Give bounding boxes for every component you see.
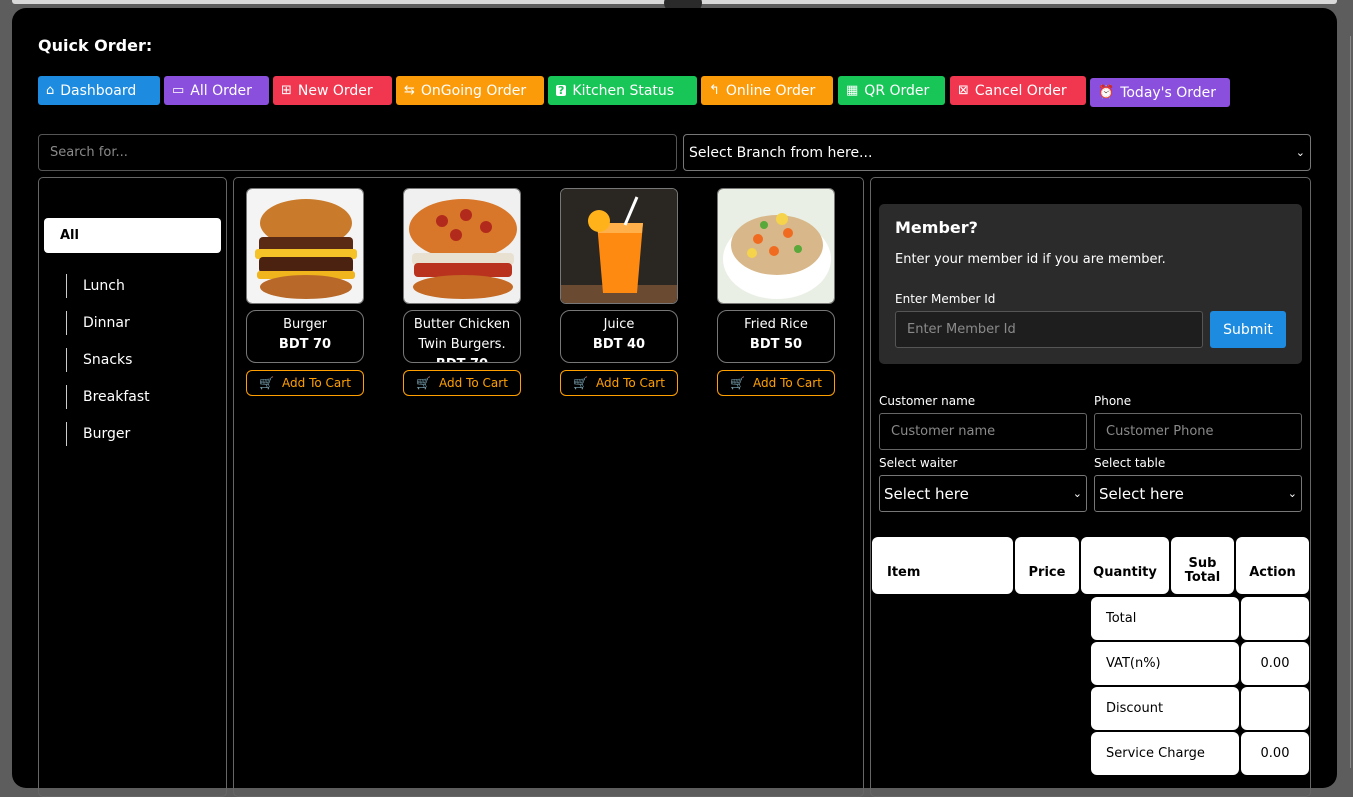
table-select[interactable]: Select here ⌄ — [1094, 475, 1302, 512]
main-card: Quick Order: ⌂ Dashboard ▭ All Order ⊞ New … — [12, 8, 1337, 797]
summary-service-charge-value: 0.00 — [1241, 732, 1309, 775]
product-price: BDT 70 — [404, 355, 520, 362]
product-price: BDT 40 — [592, 337, 646, 352]
add-to-cart-button[interactable]: 🛒 Add To Cart — [560, 370, 678, 396]
nav-dashboard-button[interactable]: ⌂ Dashboard — [38, 76, 160, 105]
summary-total-label: Total — [1091, 597, 1239, 640]
cart-icon: 🛒 — [730, 376, 746, 390]
add-to-cart-button[interactable]: 🛒 Add To Cart — [717, 370, 835, 396]
nav-ongoing-order-button[interactable]: ⇆ OnGoing Order — [396, 76, 544, 105]
summary-discount-label: Discount — [1091, 687, 1239, 730]
add-to-cart-button[interactable]: 🛒 Add To Cart — [246, 370, 364, 396]
col-header-action: Action — [1236, 537, 1309, 594]
chevron-down-icon: ⌄ — [1287, 487, 1297, 500]
home-icon: ⌂ — [46, 83, 55, 98]
product-image-burger — [246, 188, 364, 304]
qr-icon: ▦ — [846, 83, 859, 98]
summary-service-charge-label: Service Charge — [1091, 732, 1239, 775]
summary-vat-value: 0.00 — [1241, 642, 1309, 685]
category-item-burger[interactable]: Burger — [66, 422, 130, 446]
nav-todays-order-button[interactable]: ⏰ Today's Order — [1090, 78, 1230, 107]
product-info: Butter Chicken Twin Burgers. BDT 70 — [403, 310, 521, 363]
col-header-subtotal: Sub Total — [1171, 537, 1234, 594]
phone-label: Phone — [1094, 394, 1132, 408]
member-title: Member? — [895, 218, 978, 237]
page-title: Quick Order: — [38, 36, 153, 55]
table-label: Select table — [1094, 456, 1166, 470]
category-item-breakfast[interactable]: Breakfast — [66, 385, 150, 409]
chevron-down-icon: ⌄ — [1072, 487, 1082, 500]
product-card: Burger BDT 70 🛒 Add To Cart — [246, 188, 366, 396]
product-name: Juice — [603, 317, 635, 332]
search-input[interactable] — [38, 134, 677, 171]
nav-qr-order-button[interactable]: ▦ QR Order — [838, 76, 945, 105]
category-sidebar: All Lunch Dinnar Snacks Breakfast Burger — [38, 177, 227, 797]
product-image-twin-burgers — [403, 188, 521, 304]
plus-square-icon: ⊞ — [281, 83, 292, 98]
nav-cancel-order-button[interactable]: ⊠ Cancel Order — [950, 76, 1086, 105]
close-square-icon: ⊠ — [958, 83, 969, 98]
exchange-icon: ⇆ — [404, 83, 415, 98]
category-item-lunch[interactable]: Lunch — [66, 274, 125, 298]
nav-kitchen-status-button[interactable]: ? Kitchen Status — [548, 76, 697, 105]
category-all[interactable]: All — [44, 218, 221, 253]
product-image-juice — [560, 188, 678, 304]
product-name: Butter Chicken Twin Burgers. — [413, 317, 511, 352]
customer-name-input[interactable] — [879, 413, 1087, 450]
product-info: Juice BDT 40 — [560, 310, 678, 363]
member-subtitle: Enter your member id if you are member. — [895, 252, 1166, 267]
cart-icon: 🛒 — [416, 376, 432, 390]
add-to-cart-button[interactable]: 🛒 Add To Cart — [403, 370, 521, 396]
customer-name-label: Customer name — [879, 394, 976, 408]
summary-total-value — [1241, 597, 1309, 640]
branch-select[interactable]: Select Branch from here... ⌄ — [683, 134, 1311, 171]
summary-vat-label: VAT(n%) — [1091, 642, 1239, 685]
member-box: Member? Enter your member id if you are … — [879, 204, 1302, 364]
nav-all-order-button[interactable]: ▭ All Order — [164, 76, 269, 105]
product-price: BDT 50 — [749, 337, 803, 352]
member-id-input[interactable] — [895, 311, 1203, 348]
upload-icon: ↰ — [709, 83, 720, 98]
alarm-icon: ⏰ — [1098, 85, 1115, 100]
col-header-quantity: Quantity — [1081, 537, 1169, 594]
nav-new-order-button[interactable]: ⊞ New Order — [273, 76, 392, 105]
product-info: Burger BDT 70 — [246, 310, 364, 363]
category-item-snacks[interactable]: Snacks — [66, 348, 132, 372]
chevron-down-icon: ⌄ — [1295, 146, 1305, 159]
scrollbar-thumb[interactable] — [1350, 36, 1351, 768]
category-item-dinnar[interactable]: Dinnar — [66, 311, 130, 335]
question-icon: ? — [556, 84, 567, 97]
product-name: Burger — [283, 317, 327, 332]
product-name: Fried Rice — [744, 317, 808, 332]
list-icon: ▭ — [172, 83, 185, 98]
product-card: Juice BDT 40 🛒 Add To Cart — [560, 188, 680, 396]
col-header-item: Item — [872, 537, 1013, 594]
product-image-fried-rice — [717, 188, 835, 304]
scrollbar[interactable] — [1337, 0, 1353, 768]
member-id-label: Enter Member Id — [895, 292, 996, 306]
customer-phone-input[interactable] — [1094, 413, 1302, 450]
product-card: Butter Chicken Twin Burgers. BDT 70 🛒Add… — [403, 188, 523, 396]
waiter-select[interactable]: Select here ⌄ — [879, 475, 1087, 512]
col-header-price: Price — [1015, 537, 1079, 594]
product-card: Fried Rice BDT 50 🛒 Add To Cart — [717, 188, 837, 396]
product-info: Fried Rice BDT 50 — [717, 310, 835, 363]
member-submit-button[interactable]: Submit — [1210, 311, 1286, 348]
product-grid: Burger BDT 70 🛒 Add To Cart Butter Chick… — [233, 177, 864, 797]
nav-online-order-button[interactable]: ↰ Online Order — [701, 76, 833, 105]
cart-icon: 🛒 — [259, 376, 275, 390]
cart-icon: 🛒 — [573, 376, 589, 390]
waiter-label: Select waiter — [879, 456, 958, 470]
order-panel: Member? Enter your member id if you are … — [870, 177, 1311, 797]
product-price: BDT 70 — [278, 337, 332, 352]
summary-discount-value — [1241, 687, 1309, 730]
